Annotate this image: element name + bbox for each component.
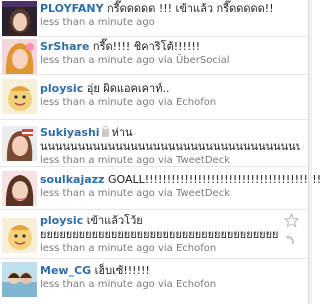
tweet-text: เข้าแล้วโว้ย xyxy=(86,214,143,227)
via-label: via xyxy=(157,243,173,254)
avatar[interactable] xyxy=(2,1,37,36)
avatar[interactable] xyxy=(2,79,37,114)
tweet-text: เฮ็บเซ้!!!!!! xyxy=(94,264,150,277)
tweet-text: GOALL!!!!!!!!!!!!!!!!!!!!!!!!!!!!!!!!!!!… xyxy=(107,173,320,186)
tweet-source-link[interactable]: TweetDeck xyxy=(176,155,230,166)
tweet-item[interactable]: PLOYFANY กรี๊ดดดดด !!! เข้าแล้ว กรี๊ดดดด… xyxy=(0,0,308,37)
tweet-timestamp[interactable]: less than a minute ago xyxy=(40,97,155,108)
tweet-source-link[interactable]: ÜberSocial xyxy=(176,55,230,66)
avatar[interactable] xyxy=(2,218,37,253)
tweet-item[interactable]: Sukiyashi ห่าน นนนนนนนนนนนนนนนนนนนนนนนนนน… xyxy=(0,120,308,167)
tweet-text: อุ่ย ผิดแอคเคาท์.. xyxy=(86,82,170,95)
tweet-timestamp[interactable]: less than a minute ago xyxy=(40,188,155,199)
avatar[interactable] xyxy=(2,262,37,297)
reply-arrow-icon[interactable] xyxy=(285,231,296,245)
favorite-star-icon[interactable] xyxy=(284,213,299,228)
tweet-timestamp[interactable]: less than a minute ago xyxy=(40,155,155,166)
tweet-timestamp[interactable]: less than a minute ago xyxy=(40,243,155,254)
scrollbar[interactable] xyxy=(309,0,312,304)
tweet-source-link[interactable]: TweetDeck xyxy=(176,188,230,199)
username-link[interactable]: soulkajazz xyxy=(40,173,104,186)
username-link[interactable]: Sukiyashi xyxy=(40,126,100,139)
tweet-text: กรี๊ด!!!! ชิคาริโต้!!!!!! xyxy=(92,40,201,53)
username-link[interactable]: ploysic xyxy=(40,82,83,95)
tweet-timeline: PLOYFANY กรี๊ดดดดด !!! เข้าแล้ว กรี๊ดดดด… xyxy=(0,0,320,304)
via-label: via xyxy=(157,279,173,290)
tweet-item[interactable]: Mew_CG เฮ็บเซ้!!!!!! less than a minute … xyxy=(0,259,308,304)
via-label: via xyxy=(157,55,173,66)
via-label: via xyxy=(157,155,173,166)
username-link[interactable]: Mew_CG xyxy=(40,264,91,277)
tweet-item[interactable]: ploysic อุ่ย ผิดแอคเคาท์.. less than a m… xyxy=(0,75,308,120)
tweet-item[interactable]: SrShare กรี๊ด!!!! ชิคาริโต้!!!!!! less t… xyxy=(0,37,308,75)
avatar[interactable] xyxy=(2,171,37,206)
lock-icon xyxy=(101,126,109,137)
tweet-source-link[interactable]: Echofon xyxy=(176,97,216,108)
avatar[interactable] xyxy=(2,39,37,74)
avatar[interactable] xyxy=(2,126,37,161)
tweet-source-link[interactable]: Echofon xyxy=(176,279,216,290)
tweet-timestamp[interactable]: less than a minute ago xyxy=(40,55,155,66)
tweet-source-link[interactable]: Echofon xyxy=(176,243,216,254)
username-link[interactable]: SrShare xyxy=(40,40,89,53)
username-link[interactable]: PLOYFANY xyxy=(40,2,104,15)
tweet-timestamp[interactable]: less than a minute ago xyxy=(40,17,155,28)
tweet-text-continued: นนนนนนนนนนนนนนนนนนนนนนนนนนนนนนนนนนนนนนนน… xyxy=(40,140,300,153)
tweet-text-continued: ยยยยยยยยยยยยยยยยยยยยยยยยยยยยยยยยยยยยยยยย… xyxy=(40,228,278,241)
via-label: via xyxy=(157,188,173,199)
via-label: via xyxy=(157,97,173,108)
tweet-timestamp[interactable]: less than a minute ago xyxy=(40,279,155,290)
tweet-item[interactable]: ploysic เข้าแล้วโว้ย ยยยยยยยยยยยยยยยยยยย… xyxy=(0,210,308,259)
username-link[interactable]: ploysic xyxy=(40,214,83,227)
tweet-text: ห่าน xyxy=(111,126,133,139)
tweet-item[interactable]: soulkajazz GOALL!!!!!!!!!!!!!!!!!!!!!!!!… xyxy=(0,167,320,210)
tweet-text: กรี๊ดดดดด !!! เข้าแล้ว กรี๊ดดดดด!! xyxy=(107,2,274,15)
